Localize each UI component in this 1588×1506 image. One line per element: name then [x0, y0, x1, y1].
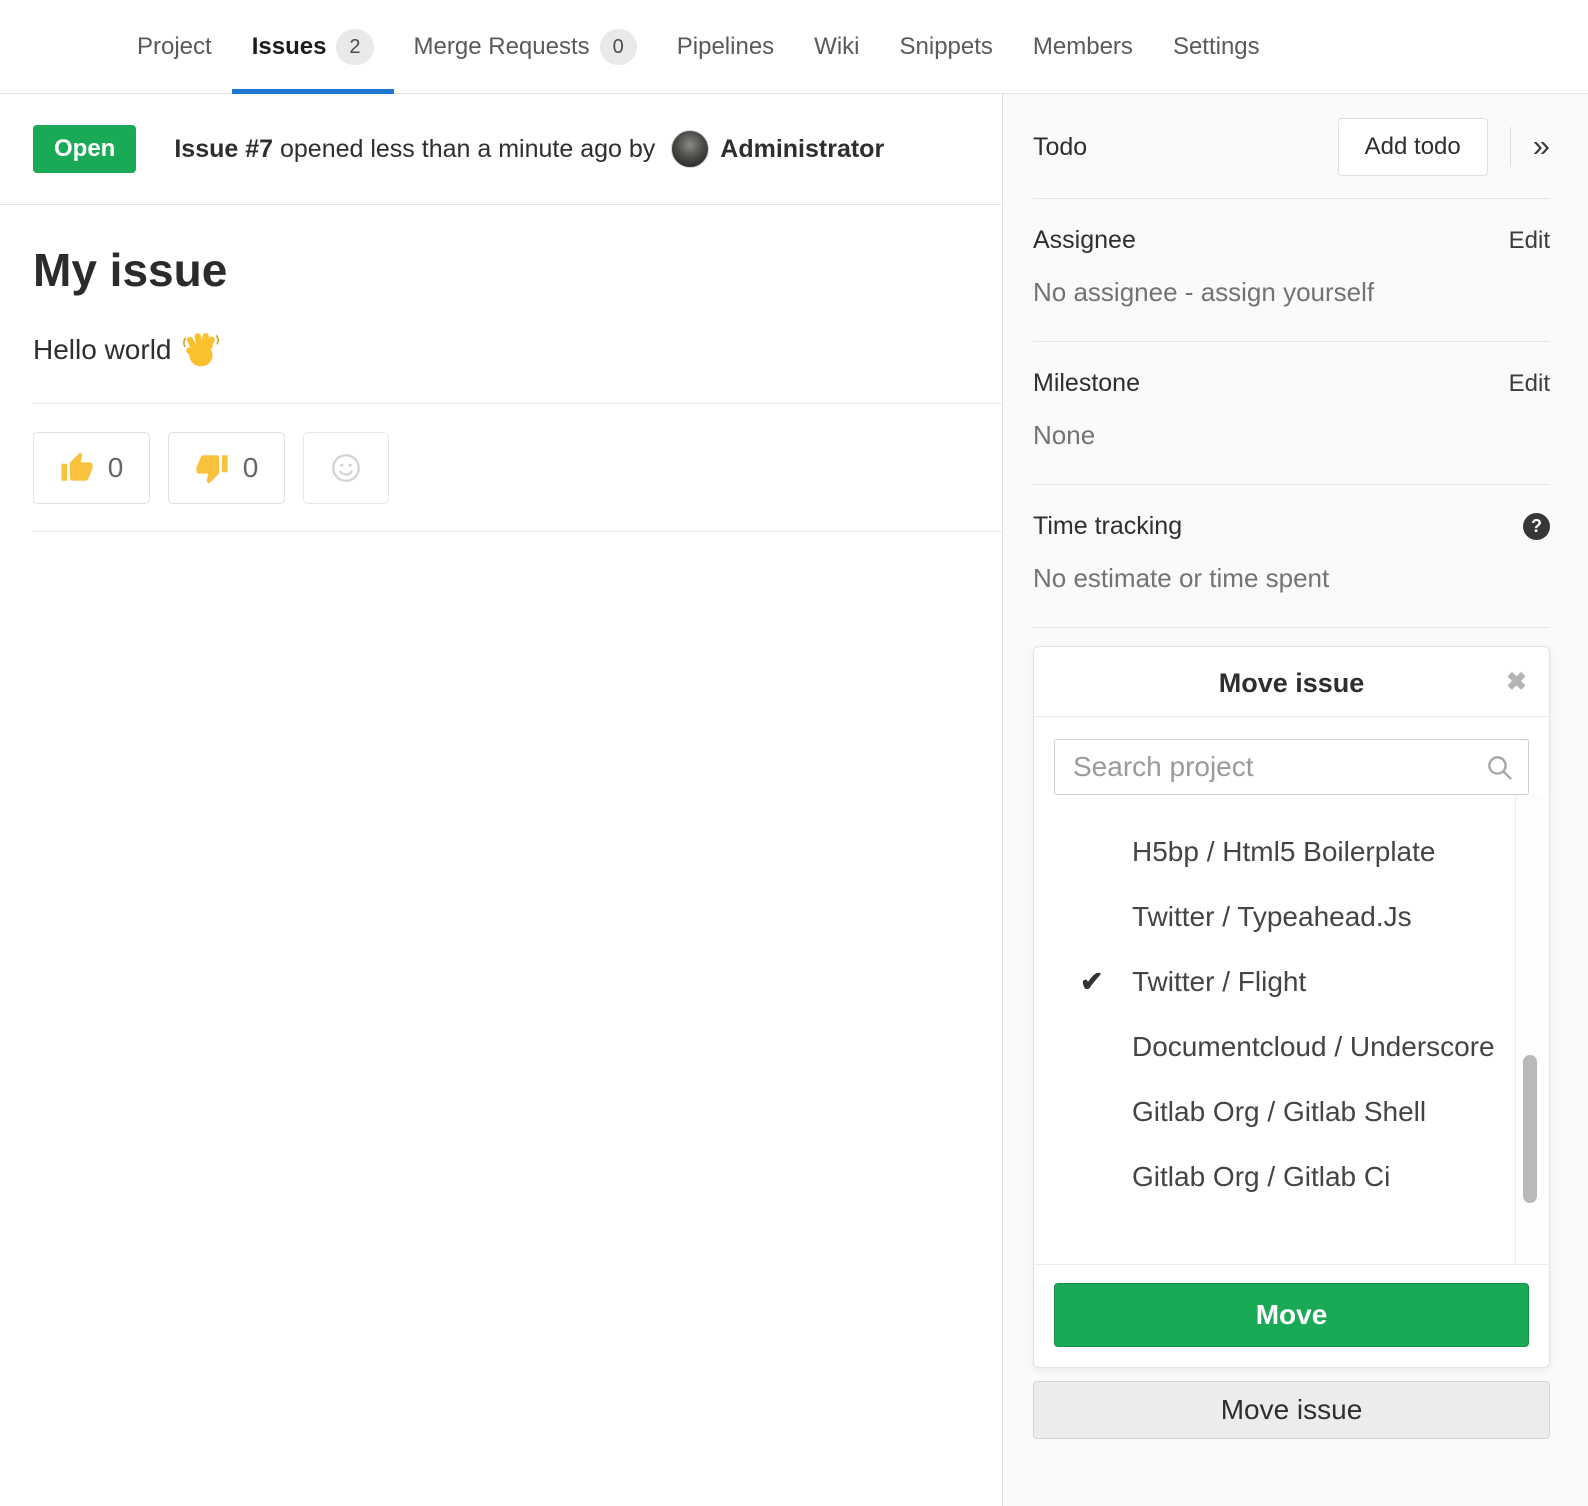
todo-section: Todo Add todo » [1033, 94, 1550, 198]
project-nav: Project Issues 2 Merge Requests 0 Pipeli… [0, 0, 1588, 94]
project-list: H5bp / Html5 Boilerplate Twitter / Typea… [1034, 795, 1549, 1265]
project-option-gitlab-org-gitlab-shell[interactable]: Gitlab Org / Gitlab Shell [1034, 1079, 1549, 1144]
project-option-label: Gitlab Org / Gitlab Ci [1132, 1161, 1390, 1193]
scrollbar-track[interactable] [1515, 795, 1549, 1264]
thumbs-down-icon [195, 451, 229, 485]
close-icon[interactable]: ✖ [1506, 667, 1527, 697]
move-dialog-header: Move issue ✖ [1034, 647, 1549, 717]
time-tracking-section: Time tracking ? No estimate or time spen… [1033, 485, 1550, 628]
project-option-label: Twitter / Flight [1132, 966, 1306, 998]
nav-item-members[interactable]: Members [1033, 0, 1133, 93]
issue-description: Hello world [33, 331, 969, 369]
move-dialog-footer: Move [1034, 1265, 1549, 1367]
nav-item-label: Members [1033, 33, 1133, 61]
nav-item-label: Wiki [814, 33, 859, 61]
issue-description-text: Hello world [33, 334, 172, 366]
assignee-separator: - [1185, 277, 1194, 307]
issue-meta: Issue #7 opened less than a minute ago b… [174, 135, 655, 164]
project-option-twitter-flight[interactable]: ✔ Twitter / Flight [1034, 949, 1549, 1014]
issue-opened-text: opened less than a minute ago by [280, 135, 655, 163]
award-emoji-bar: 0 0 [0, 404, 1002, 531]
assignee-section: Assignee Edit No assignee - assign yours… [1033, 199, 1550, 342]
project-option-label: H5bp / Html5 Boilerplate [1132, 836, 1435, 868]
avatar[interactable] [671, 130, 709, 168]
thumbs-up-button[interactable]: 0 [33, 432, 150, 504]
project-option-gitlab-org-gitlab-ci[interactable]: Gitlab Org / Gitlab Ci [1034, 1144, 1549, 1209]
merge-requests-count-badge: 0 [600, 29, 637, 65]
assignee-edit-button[interactable]: Edit [1509, 227, 1550, 255]
nav-item-label: Settings [1173, 33, 1260, 61]
issue-author[interactable]: Administrator [720, 135, 884, 164]
project-option-h5bp-html5-boilerplate[interactable]: H5bp / Html5 Boilerplate [1034, 819, 1549, 884]
nav-item-wiki[interactable]: Wiki [814, 0, 859, 93]
milestone-label: Milestone [1033, 369, 1140, 398]
nav-item-issues[interactable]: Issues 2 [252, 0, 374, 93]
nav-item-settings[interactable]: Settings [1173, 0, 1260, 93]
add-reaction-button[interactable] [303, 432, 389, 504]
issue-header: Open Issue #7 opened less than a minute … [0, 94, 1002, 205]
assignee-value: No assignee - assign yourself [1033, 277, 1550, 308]
nav-item-label: Merge Requests [414, 33, 590, 61]
move-button[interactable]: Move [1054, 1283, 1529, 1347]
page-content: Open Issue #7 opened less than a minute … [0, 94, 1588, 1506]
thumbs-up-icon [60, 451, 94, 485]
move-issue-button[interactable]: Move issue [1033, 1381, 1550, 1439]
issue-sidebar: Todo Add todo » Assignee Edit No assigne… [1003, 94, 1588, 1506]
milestone-section: Milestone Edit None [1033, 342, 1550, 485]
time-tracking-label: Time tracking [1033, 512, 1182, 541]
issues-count-badge: 2 [336, 29, 373, 65]
thumbs-down-button[interactable]: 0 [168, 432, 285, 504]
no-assignee-text: No assignee [1033, 277, 1178, 307]
nav-item-snippets[interactable]: Snippets [900, 0, 993, 93]
nav-item-label: Pipelines [677, 33, 774, 61]
search-project-input[interactable] [1054, 739, 1529, 795]
thumbs-up-count: 0 [108, 452, 124, 484]
milestone-edit-button[interactable]: Edit [1509, 370, 1550, 398]
collapse-sidebar-icon[interactable]: » [1533, 130, 1550, 165]
thumbs-down-count: 0 [243, 452, 259, 484]
project-option-twitter-typeahead-js[interactable]: Twitter / Typeahead.Js [1034, 884, 1549, 949]
issue-main-column: Open Issue #7 opened less than a minute … [0, 94, 1003, 1506]
nav-item-label: Snippets [900, 33, 993, 61]
project-option-label: Documentcloud / Underscore [1132, 1031, 1495, 1063]
scrollbar-thumb[interactable] [1523, 1055, 1537, 1203]
project-option-documentcloud-underscore[interactable]: Documentcloud / Underscore [1034, 1014, 1549, 1079]
time-tracking-value: No estimate or time spent [1033, 563, 1550, 594]
assign-yourself-link[interactable]: assign yourself [1201, 277, 1374, 307]
status-badge: Open [33, 125, 136, 173]
help-icon[interactable]: ? [1523, 513, 1550, 540]
issue-ref: Issue #7 [174, 135, 273, 163]
todo-label: Todo [1033, 133, 1087, 162]
move-dialog-title: Move issue [1219, 668, 1365, 698]
search-icon [1486, 754, 1513, 781]
nav-item-merge-requests[interactable]: Merge Requests 0 [414, 0, 637, 93]
smiley-icon [329, 451, 363, 485]
project-option-label: Gitlab Org / Gitlab Shell [1132, 1096, 1426, 1128]
nav-item-pipelines[interactable]: Pipelines [677, 0, 774, 93]
check-icon: ✔ [1080, 965, 1103, 998]
issue-title: My issue [33, 243, 969, 297]
divider [33, 531, 1002, 532]
project-option-label: Twitter / Typeahead.Js [1132, 901, 1412, 933]
add-todo-button[interactable]: Add todo [1338, 118, 1488, 176]
gitlab-issue-page: Project Issues 2 Merge Requests 0 Pipeli… [0, 0, 1588, 1506]
nav-item-label: Issues [252, 33, 327, 61]
milestone-value: None [1033, 420, 1550, 451]
nav-item-label: Project [137, 33, 212, 61]
nav-item-project[interactable]: Project [137, 0, 212, 93]
project-search [1054, 739, 1529, 795]
waving-hand-icon [182, 331, 220, 369]
move-issue-dropdown: Move issue ✖ H5bp / Html5 Boilerplate [1033, 646, 1550, 1368]
assignee-label: Assignee [1033, 226, 1136, 255]
vertical-divider [1510, 127, 1511, 167]
